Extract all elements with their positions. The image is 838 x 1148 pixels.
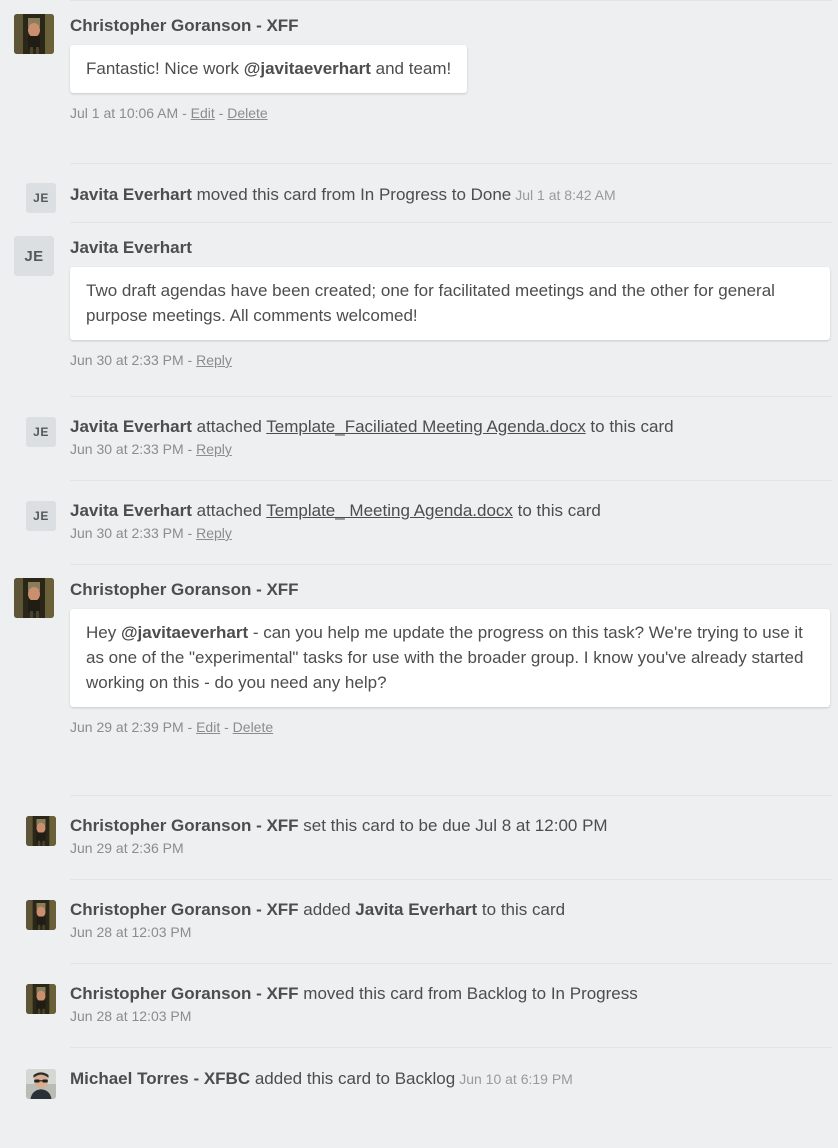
action-meta: Jun 28 at 12:03 PM <box>70 1005 830 1025</box>
activity-action: Michael Torres - XFBC added this card to… <box>0 1047 838 1109</box>
comment-author: Christopher Goranson - XFF <box>70 16 299 35</box>
activity-attachment: JE Javita Everhart attached Template_ Me… <box>0 480 838 564</box>
javita-everhart-avatar[interactable]: JE <box>26 417 56 447</box>
avatar-initials: JE <box>33 191 49 205</box>
comment-text-prefix: Hey <box>86 623 121 642</box>
attachment-timestamp: Jun 30 at 2:33 PM <box>70 525 184 541</box>
activity-comment: Christopher Goranson - XFF Fantastic! Ni… <box>0 0 838 163</box>
christopher-goranson-avatar[interactable] <box>26 900 56 930</box>
attachment-file-link[interactable]: Template_ Meeting Agenda.docx <box>266 501 513 520</box>
attachment-description: Javita Everhart attached Template_Facili… <box>70 415 830 438</box>
javita-everhart-avatar[interactable]: JE <box>26 183 56 213</box>
action-description: Christopher Goranson - XFF set this card… <box>70 814 830 837</box>
activity-attachment: JE Javita Everhart attached Template_Fac… <box>0 396 838 480</box>
action-description: Javita Everhart moved this card from In … <box>70 183 830 207</box>
edit-comment-link[interactable]: Edit <box>191 105 215 121</box>
comment-body: Fantastic! Nice work @javitaeverhart and… <box>70 45 468 93</box>
action-timestamp: Jul 1 at 8:42 AM <box>515 187 616 203</box>
comment-mention[interactable]: @javitaeverhart <box>121 623 248 642</box>
action-description: Christopher Goranson - XFF added Javita … <box>70 898 830 921</box>
action-description: Christopher Goranson - XFF moved this ca… <box>70 982 830 1005</box>
action-timestamp: Jun 28 at 12:03 PM <box>70 1008 192 1024</box>
activity-action: Christopher Goranson - XFF added Javita … <box>0 879 838 963</box>
christopher-goranson-avatar[interactable] <box>14 578 54 618</box>
meta-separator: - <box>187 525 193 541</box>
avatar-initials: JE <box>24 247 44 265</box>
action-phrase: moved this card from In Progress to Done <box>191 185 512 204</box>
christopher-goranson-avatar[interactable] <box>26 816 56 846</box>
comment-author: Christopher Goranson - XFF <box>70 580 299 599</box>
meta-separator: - <box>182 105 187 121</box>
action-phrase: moved this card from Backlog to In Progr… <box>298 984 638 1003</box>
meta-separator: - <box>218 105 224 121</box>
attachment-meta: Jun 30 at 2:33 PM - Reply <box>70 522 830 542</box>
javita-everhart-avatar[interactable]: JE <box>14 236 54 276</box>
comment-author: Javita Everhart <box>70 238 192 257</box>
reply-comment-link[interactable]: Reply <box>196 352 232 368</box>
attachment-timestamp: Jun 30 at 2:33 PM <box>70 441 184 457</box>
activity-comment: JE Javita Everhart Two draft agendas hav… <box>0 222 838 396</box>
action-phrase: attached <box>191 417 267 436</box>
action-meta: Jun 29 at 2:36 PM <box>70 837 830 857</box>
action-timestamp: Jun 28 at 12:03 PM <box>70 924 192 940</box>
action-timestamp: Jun 29 at 2:36 PM <box>70 840 184 856</box>
activity-action: JE Javita Everhart moved this card from … <box>0 163 838 222</box>
attachment-meta: Jun 30 at 2:33 PM - Reply <box>70 438 830 458</box>
delete-comment-link[interactable]: Delete <box>227 105 267 121</box>
comment-meta: Jun 29 at 2:39 PM - Edit - Delete <box>70 707 830 736</box>
activity-action: Christopher Goranson - XFF set this card… <box>0 795 838 879</box>
avatar-initials: JE <box>33 509 49 523</box>
michael-torres-avatar[interactable] <box>26 1069 56 1099</box>
action-phrase: added <box>298 900 356 919</box>
reply-link[interactable]: Reply <box>196 525 232 541</box>
actor-name[interactable]: Javita Everhart <box>70 185 192 204</box>
action-phrase: attached <box>191 501 267 520</box>
reply-link[interactable]: Reply <box>196 441 232 457</box>
comment-mention[interactable]: @javitaeverhart <box>244 59 371 78</box>
comment-meta: Jul 1 at 10:06 AM - Edit - Delete <box>70 93 830 122</box>
action-phrase: added this card to Backlog <box>250 1069 456 1088</box>
card-activity-feed: Christopher Goranson - XFF Fantastic! Ni… <box>0 0 838 1109</box>
actor-name[interactable]: Christopher Goranson - XFF <box>70 900 299 919</box>
attachment-file-link[interactable]: Template_Faciliated Meeting Agenda.docx <box>266 417 585 436</box>
action-description: Michael Torres - XFBC added this card to… <box>70 1067 830 1091</box>
comment-timestamp: Jul 1 at 10:06 AM <box>70 105 179 121</box>
comment-timestamp: Jun 29 at 2:39 PM <box>70 719 184 735</box>
comment-text-suffix: and team! <box>370 59 452 78</box>
christopher-goranson-avatar[interactable] <box>14 14 54 54</box>
javita-everhart-avatar[interactable]: JE <box>26 501 56 531</box>
activity-comment: Christopher Goranson - XFF Hey @javitaev… <box>0 564 838 795</box>
christopher-goranson-avatar[interactable] <box>26 984 56 1014</box>
target-member-name[interactable]: Javita Everhart <box>355 900 477 919</box>
meta-separator: - <box>224 719 229 735</box>
actor-name[interactable]: Javita Everhart <box>70 501 192 520</box>
delete-comment-link[interactable]: Delete <box>233 719 273 735</box>
action-timestamp: Jun 10 at 6:19 PM <box>459 1071 573 1087</box>
comment-meta: Jun 30 at 2:33 PM - Reply <box>70 340 830 369</box>
action-tail: to this card <box>477 900 566 919</box>
comment-text-prefix: Fantastic! Nice work <box>86 59 244 78</box>
actor-name[interactable]: Christopher Goranson - XFF <box>70 816 299 835</box>
edit-comment-link[interactable]: Edit <box>196 719 220 735</box>
meta-separator: - <box>187 352 193 368</box>
meta-separator: - <box>187 441 193 457</box>
actor-name[interactable]: Javita Everhart <box>70 417 192 436</box>
avatar-initials: JE <box>33 425 49 439</box>
action-meta: Jun 28 at 12:03 PM <box>70 921 830 941</box>
actor-name[interactable]: Christopher Goranson - XFF <box>70 984 299 1003</box>
action-tail: to this card <box>585 417 674 436</box>
comment-body: Two draft agendas have been created; one… <box>70 267 830 340</box>
activity-action: Christopher Goranson - XFF moved this ca… <box>0 963 838 1047</box>
comment-body: Hey @javitaeverhart - can you help me up… <box>70 609 830 707</box>
action-phrase: set this card to be due Jul 8 at 12:00 P… <box>298 816 608 835</box>
comment-timestamp: Jun 30 at 2:33 PM <box>70 352 184 368</box>
action-tail: to this card <box>512 501 601 520</box>
actor-name[interactable]: Michael Torres - XFBC <box>70 1069 250 1088</box>
attachment-description: Javita Everhart attached Template_ Meeti… <box>70 499 830 522</box>
meta-separator: - <box>187 719 193 735</box>
